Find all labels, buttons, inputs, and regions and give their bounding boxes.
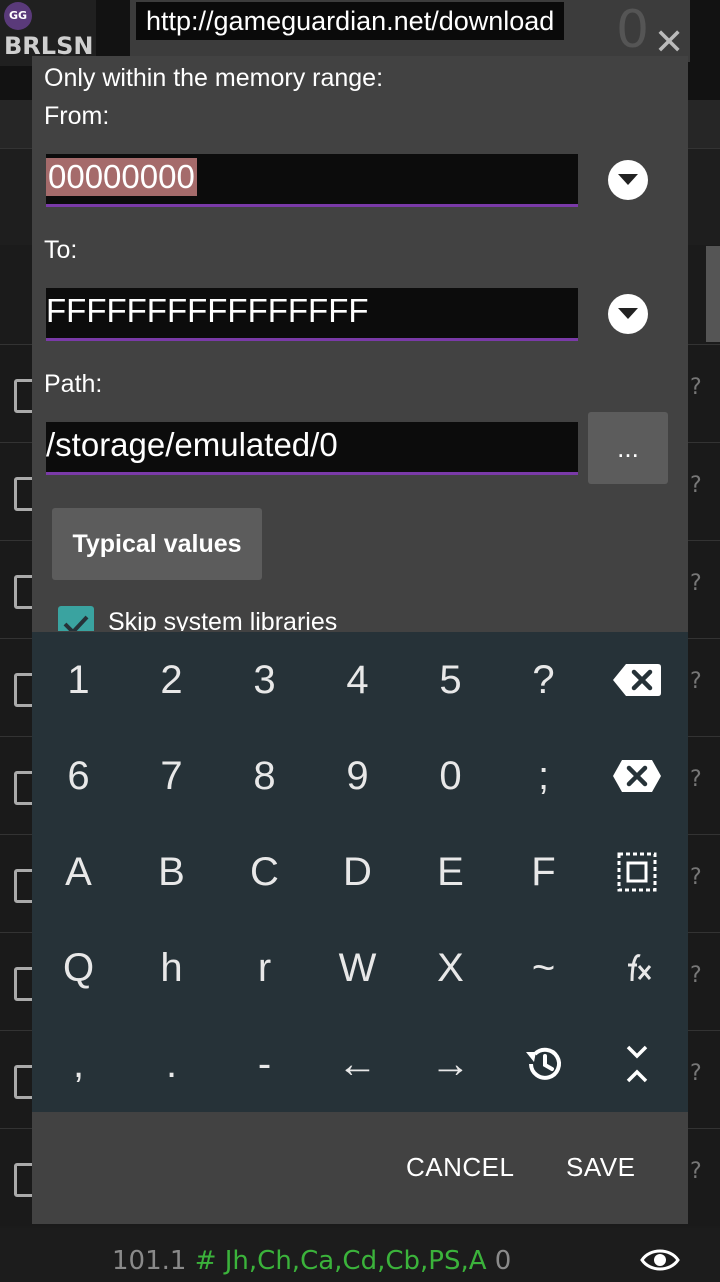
key-F[interactable]: F <box>497 824 590 920</box>
status-number: 101.1 <box>112 1246 187 1276</box>
hex-keyboard: 1 2 3 4 5 ? 6 7 8 9 0 ; A B C D E F Q h … <box>32 632 688 1112</box>
checkmark-icon <box>63 615 89 631</box>
dialog-form: Only within the memory range: From: 0000… <box>32 56 688 631</box>
to-value: FFFFFFFFFFFFFFFF <box>46 292 369 329</box>
key-B[interactable]: B <box>125 824 218 920</box>
status-regions: Jh,Ch,Ca,Cd,Cb,PS,A <box>224 1246 487 1276</box>
key-6[interactable]: 6 <box>32 728 125 824</box>
status-count: 0 <box>494 1246 512 1276</box>
from-dropdown-button[interactable] <box>608 160 648 200</box>
key-7[interactable]: 7 <box>125 728 218 824</box>
status-text: 101.1 # Jh,Ch,Ca,Cd,Cb,PS,A 0 <box>112 1246 511 1276</box>
cancel-button[interactable]: CANCEL <box>406 1152 514 1183</box>
row-marker: ? <box>690 375 702 400</box>
save-button[interactable]: SAVE <box>566 1152 635 1183</box>
chevron-down-icon <box>618 308 638 319</box>
logo-badge: GG <box>4 2 32 30</box>
key-r[interactable]: r <box>218 920 311 1016</box>
to-label: To: <box>44 236 78 264</box>
row-marker: ? <box>690 669 702 694</box>
key-9[interactable]: 9 <box>311 728 404 824</box>
to-dropdown-button[interactable] <box>608 294 648 334</box>
key-2[interactable]: 2 <box>125 632 218 728</box>
key-E[interactable]: E <box>404 824 497 920</box>
clear-key[interactable] <box>590 728 683 824</box>
chevron-down-icon <box>618 174 638 185</box>
typical-values-button[interactable]: Typical values <box>52 508 262 580</box>
skip-system-libraries-label: Skip system libraries <box>108 608 338 631</box>
dialog-actions: CANCEL SAVE <box>32 1112 688 1224</box>
path-value: /storage/emulated/0 <box>46 426 338 463</box>
memory-range-dialog: Only within the memory range: From: 0000… <box>32 56 688 1224</box>
key-8[interactable]: 8 <box>218 728 311 824</box>
from-value: 00000000 <box>46 158 197 196</box>
url-banner[interactable]: http://gameguardian.net/download <box>136 2 565 40</box>
background-zero: 0 <box>616 0 650 60</box>
eye-icon[interactable] <box>640 1242 680 1278</box>
fx-key[interactable] <box>590 920 683 1016</box>
path-field[interactable]: /storage/emulated/0 <box>46 422 578 475</box>
clear-icon <box>612 760 661 792</box>
row-marker: ? <box>690 865 702 890</box>
key-1[interactable]: 1 <box>32 632 125 728</box>
key-period[interactable]: . <box>125 1016 218 1112</box>
to-field[interactable]: FFFFFFFFFFFFFFFF <box>46 288 578 341</box>
key-X[interactable]: X <box>404 920 497 1016</box>
status-hash: # <box>194 1246 217 1276</box>
collapse-key[interactable] <box>590 1016 683 1112</box>
dialog-title: Only within the memory range: <box>44 64 384 92</box>
key-D[interactable]: D <box>311 824 404 920</box>
key-C[interactable]: C <box>218 824 311 920</box>
key-5[interactable]: 5 <box>404 632 497 728</box>
key-minus[interactable]: - <box>218 1016 311 1112</box>
key-tilde[interactable]: ~ <box>497 920 590 1016</box>
browse-path-button[interactable]: ... <box>588 412 668 484</box>
select-all-icon <box>617 852 656 892</box>
backspace-key[interactable] <box>590 632 683 728</box>
row-marker: ? <box>690 963 702 988</box>
path-label: Path: <box>44 370 103 398</box>
key-4[interactable]: 4 <box>311 632 404 728</box>
backspace-icon <box>612 664 661 696</box>
from-field[interactable]: 00000000 <box>46 154 578 207</box>
row-marker: ? <box>690 767 702 792</box>
row-marker: ? <box>690 1159 702 1184</box>
collapse-icon <box>626 1045 647 1083</box>
from-label: From: <box>44 102 110 130</box>
key-W[interactable]: W <box>311 920 404 1016</box>
key-left-arrow[interactable]: ← <box>311 1016 404 1112</box>
key-0[interactable]: 0 <box>404 728 497 824</box>
skip-system-libraries-checkbox[interactable] <box>58 606 94 631</box>
key-right-arrow[interactable]: → <box>404 1016 497 1112</box>
history-icon <box>525 1047 561 1080</box>
row-marker: ? <box>690 571 702 596</box>
scrollbar[interactable] <box>706 246 720 342</box>
key-semicolon[interactable]: ; <box>497 728 590 824</box>
select-all-key[interactable] <box>590 824 683 920</box>
key-question[interactable]: ? <box>497 632 590 728</box>
history-key[interactable] <box>497 1016 590 1112</box>
fx-icon <box>627 954 651 982</box>
key-Q[interactable]: Q <box>32 920 125 1016</box>
row-marker: ? <box>690 473 702 498</box>
key-comma[interactable]: , <box>32 1016 125 1112</box>
key-h[interactable]: h <box>125 920 218 1016</box>
key-3[interactable]: 3 <box>218 632 311 728</box>
row-marker: ? <box>690 1061 702 1086</box>
key-A[interactable]: A <box>32 824 125 920</box>
